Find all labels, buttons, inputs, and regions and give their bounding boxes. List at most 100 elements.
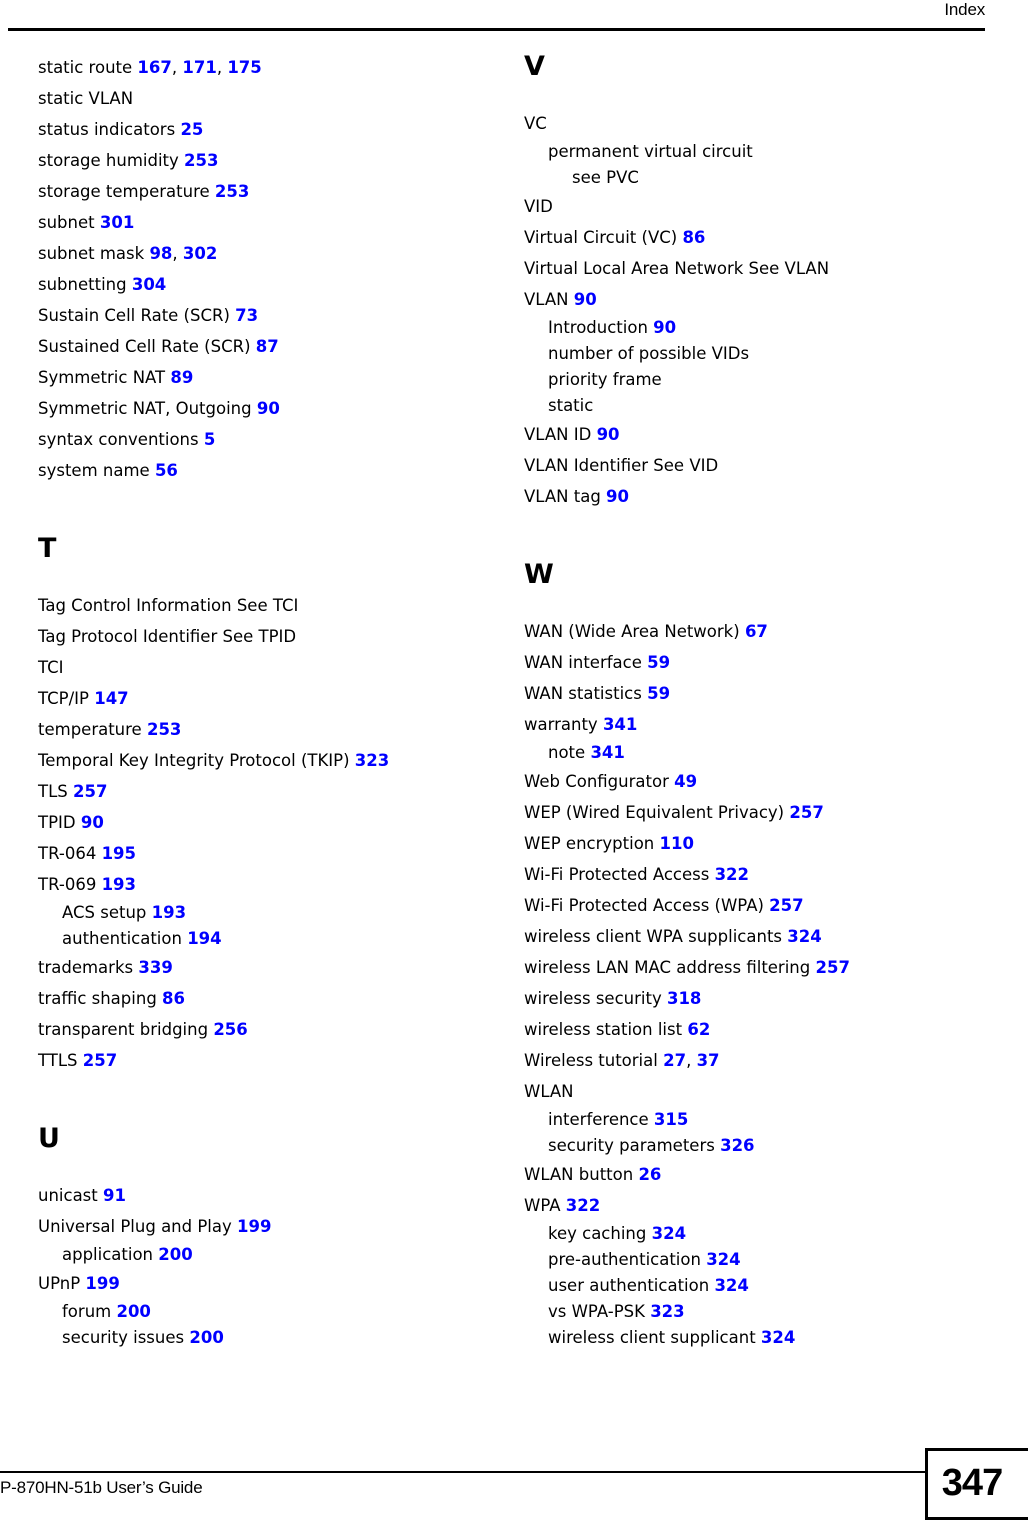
index-page-link[interactable]: 324	[787, 927, 821, 946]
index-page-link[interactable]: 56	[155, 461, 178, 480]
index-entry-label: Virtual Circuit (VC)	[524, 228, 678, 247]
index-entry-label: Wireless tutorial	[524, 1051, 658, 1070]
index-entry: WAN (Wide Area Network) 67	[524, 616, 994, 647]
index-page-link[interactable]: 193	[102, 875, 136, 894]
index-section: V VC permanent virtual circuit see PVC VID Vi…	[524, 52, 994, 512]
index-entry-label: wireless client supplicant	[548, 1328, 756, 1347]
index-page-link[interactable]: 253	[215, 182, 249, 201]
index-page-link[interactable]: 322	[715, 865, 749, 884]
index-page-link[interactable]: 193	[152, 903, 186, 922]
index-section-letter: W	[524, 559, 554, 590]
index-page-link[interactable]: 324	[714, 1276, 748, 1295]
index-page-link[interactable]: 323	[650, 1302, 684, 1321]
index-page-link[interactable]: 257	[769, 896, 803, 915]
index-page-link[interactable]: 167	[137, 58, 171, 77]
index-page-link[interactable]: 91	[103, 1186, 126, 1205]
index-page-link[interactable]: 59	[647, 653, 670, 672]
index-page-link[interactable]: 339	[138, 958, 172, 977]
index-entry: WLAN button 26	[524, 1159, 994, 1190]
index-entry: pre-authentication 324	[524, 1247, 994, 1273]
index-page-link[interactable]: 200	[158, 1245, 192, 1264]
index-page-link[interactable]: 110	[660, 834, 694, 853]
index-entry-label: user authentication	[548, 1276, 710, 1295]
index-page-link[interactable]: 302	[183, 244, 217, 263]
index-entry-label: TLS	[38, 782, 68, 801]
index-entry-label: static route	[38, 58, 133, 77]
index-page-link[interactable]: 67	[745, 622, 768, 641]
index-entry: Virtual Circuit (VC) 86	[524, 222, 994, 253]
index-entry-label: subnet	[38, 213, 95, 232]
index-entry-label: VC	[524, 114, 547, 133]
index-entry-label: WEP (Wired Equivalent Privacy)	[524, 803, 785, 822]
index-page-link[interactable]: 25	[180, 120, 203, 139]
index-page-link[interactable]: 301	[100, 213, 134, 232]
index-page-link[interactable]: 27	[663, 1051, 686, 1070]
index-page-link[interactable]: 315	[654, 1110, 688, 1129]
index-page-link[interactable]: 195	[102, 844, 136, 863]
index-page-link[interactable]: 326	[720, 1136, 754, 1155]
index-page-link[interactable]: 37	[697, 1051, 720, 1070]
index-entry: subnet 301	[38, 207, 508, 238]
index-page-link[interactable]: 26	[638, 1165, 661, 1184]
index-page-link[interactable]: 257	[789, 803, 823, 822]
index-entry: subnetting 304	[38, 269, 508, 300]
index-section: T Tag Control Information See TCI Tag Prot…	[38, 486, 508, 1076]
index-entry: TLS 257	[38, 776, 508, 807]
index-entry: Web Configurator 49	[524, 766, 994, 797]
index-section-letter: U	[38, 1123, 60, 1154]
index-page-link[interactable]: 253	[184, 151, 218, 170]
index-page-link[interactable]: 304	[132, 275, 166, 294]
index-page-link[interactable]: 253	[147, 720, 181, 739]
index-page-link[interactable]: 73	[235, 306, 258, 325]
index-page-link[interactable]: 324	[761, 1328, 795, 1347]
index-page-link[interactable]: 89	[170, 368, 193, 387]
index-page-link[interactable]: 257	[83, 1051, 117, 1070]
index-page-link[interactable]: 98	[149, 244, 172, 263]
index-entry-label: syntax conventions	[38, 430, 199, 449]
index-page-link[interactable]: 90	[653, 318, 676, 337]
index-page-link[interactable]: 90	[606, 487, 629, 506]
index-entry: WAN interface 59	[524, 647, 994, 678]
index-page-link[interactable]: 200	[189, 1328, 223, 1347]
index-page-link[interactable]: 194	[187, 929, 221, 948]
index-page-link[interactable]: 341	[590, 743, 624, 762]
index-page-link[interactable]: 90	[597, 425, 620, 444]
index-entry: trademarks 339	[38, 952, 508, 983]
index-page-link[interactable]: 49	[674, 772, 697, 791]
index-page-link[interactable]: 324	[652, 1224, 686, 1243]
index-page-link[interactable]: 256	[213, 1020, 247, 1039]
index-entry: unicast 91	[38, 1180, 508, 1211]
index-entry-label: VLAN	[524, 290, 569, 309]
index-page-link[interactable]: 199	[237, 1217, 271, 1236]
index-page-link[interactable]: 322	[566, 1196, 600, 1215]
index-page-link[interactable]: 199	[85, 1274, 119, 1293]
index-entry: key caching 324	[524, 1221, 994, 1247]
index-page-link[interactable]: 147	[94, 689, 128, 708]
index-entry-label: VID	[524, 197, 553, 216]
index-page-link[interactable]: 87	[256, 337, 279, 356]
index-page-link[interactable]: 90	[574, 290, 597, 309]
index-entry: subnet mask 98, 302	[38, 238, 508, 269]
index-page-link[interactable]: 257	[816, 958, 850, 977]
index-page-link[interactable]: 323	[355, 751, 389, 770]
index-entry: authentication 194	[38, 926, 508, 952]
index-page-link[interactable]: 257	[73, 782, 107, 801]
index-entry: system name 56	[38, 455, 508, 486]
index-page-link[interactable]: 200	[116, 1302, 150, 1321]
index-page-link[interactable]: 171	[182, 58, 216, 77]
index-entry-label: see PVC	[572, 168, 639, 187]
index-entry: VID	[524, 191, 994, 222]
index-page-link[interactable]: 62	[687, 1020, 710, 1039]
index-entry-label: WAN interface	[524, 653, 642, 672]
index-page-link[interactable]: 341	[603, 715, 637, 734]
index-entry-list: WAN (Wide Area Network) 67 WAN interface …	[524, 590, 994, 1351]
index-page-link[interactable]: 59	[647, 684, 670, 703]
index-page-link[interactable]: 5	[204, 430, 215, 449]
index-page-link[interactable]: 86	[682, 228, 705, 247]
index-page-link[interactable]: 175	[227, 58, 261, 77]
index-page-link[interactable]: 90	[257, 399, 280, 418]
index-page-link[interactable]: 318	[667, 989, 701, 1008]
index-page-link[interactable]: 324	[706, 1250, 740, 1269]
index-page-link[interactable]: 90	[81, 813, 104, 832]
index-page-link[interactable]: 86	[162, 989, 185, 1008]
